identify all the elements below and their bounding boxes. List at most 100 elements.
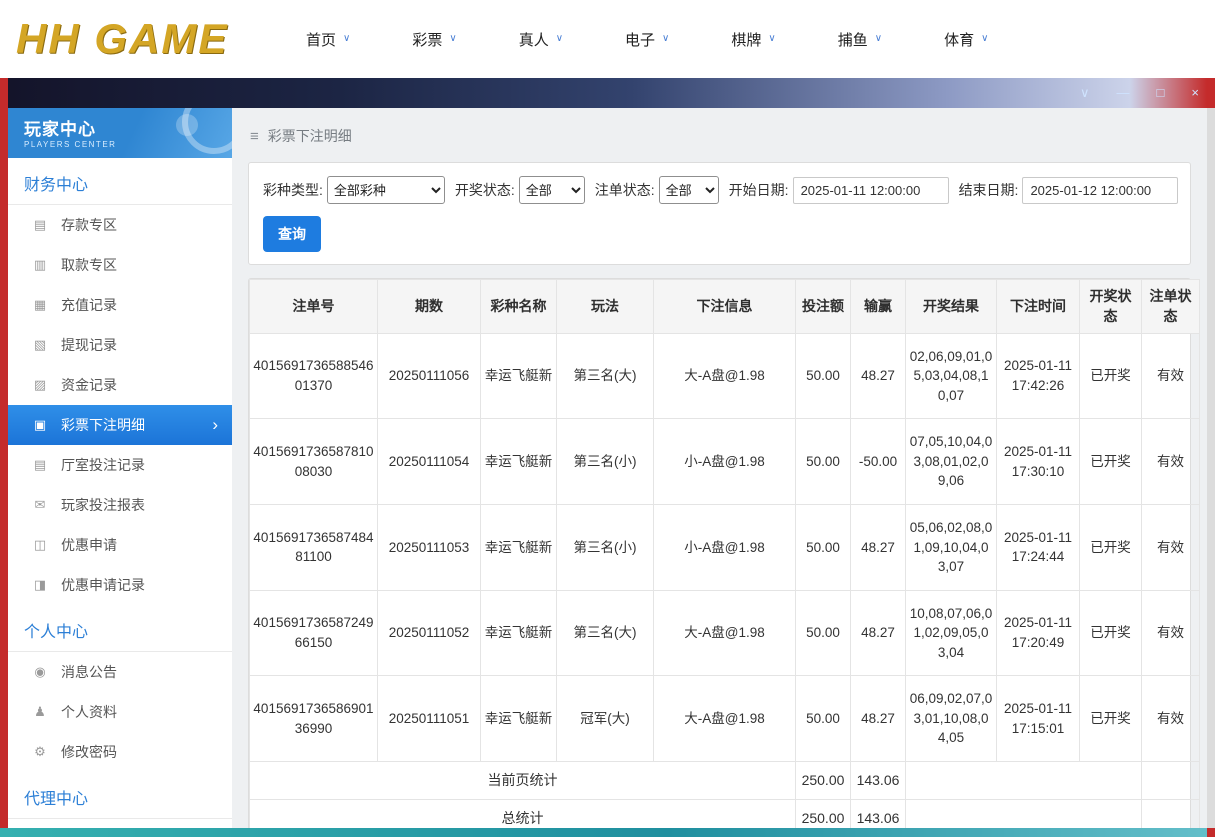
col-header-play: 玩法: [556, 279, 654, 334]
recharge-icon: ▦: [33, 297, 47, 312]
report-icon: ✉: [34, 497, 46, 512]
order-status-label: 注单状态:: [594, 182, 655, 198]
breadcrumb: ≡ 彩票下注明细: [250, 126, 1191, 146]
table-row: 401569173658724966150 20250111052 幸运飞艇新 …: [249, 589, 1200, 677]
sidebar-item-label: 修改密码: [61, 744, 117, 760]
cell-lottery-name: 幸运飞艇新: [480, 675, 557, 763]
cell-draw-result: 07,05,10,04,03,08,01,02,09,06: [905, 418, 997, 505]
sidebar-item-profile[interactable]: ♟ 个人资料: [8, 692, 232, 732]
sidebar-item-lottery-bet-detail[interactable]: ▣ 彩票下注明细 ›: [8, 405, 232, 445]
sidebar-item-deposit[interactable]: ▤ 存款专区: [8, 205, 232, 245]
sidebar-item-label: 提现记录: [61, 337, 117, 353]
sidebar-item-promo-apply[interactable]: ◫ 优惠申请: [8, 525, 232, 565]
deposit-icon: ▤: [33, 217, 47, 232]
sidebar-item-label: 优惠申请: [61, 537, 117, 553]
chevron-down-icon: ∨: [981, 33, 989, 44]
filter-lottery-type: 彩种类型: 全部彩种: [263, 176, 445, 204]
sidebar-item-label: 优惠申请记录: [61, 577, 145, 593]
sidebar: 玩家中心 PLAYERS CENTER 财务中心 ▤ 存款专区 ▥ 取款专区 ▦…: [8, 108, 232, 828]
nav-item-board-games[interactable]: 棋牌 ∨: [731, 29, 775, 50]
nav-item-home[interactable]: 首页 ∨: [306, 29, 350, 50]
cell-period: 20250111052: [377, 589, 481, 677]
cell-play: 冠军(大): [556, 675, 654, 763]
table-row: 401569173658690136990 20250111051 幸运飞艇新 …: [249, 675, 1200, 763]
cell-bet-info: 大-A盘@1.98: [653, 675, 796, 763]
filter-panel: 彩种类型: 全部彩种 开奖状态: 全部 注单状态: 全部 开始日期: 2025-…: [248, 162, 1191, 265]
nav-item-lottery[interactable]: 彩票 ∨: [412, 29, 456, 50]
start-date-input[interactable]: [792, 176, 949, 204]
cell-order-status: 有效: [1141, 418, 1200, 505]
nav-label: 真人: [518, 31, 549, 49]
search-button[interactable]: 查询: [263, 216, 321, 252]
cell-draw-result: 10,08,07,06,01,02,09,05,03,04: [905, 589, 997, 677]
cell-bet-info: 小-A盘@1.98: [653, 503, 796, 591]
filter-start-date: 开始日期:: [729, 176, 949, 204]
brand-logo: HH GAME: [16, 15, 229, 62]
sidebar-item-recharge-records[interactable]: ▦ 充值记录: [8, 285, 232, 325]
profile-icon: ♟: [34, 704, 46, 719]
sidebar-section-finance[interactable]: 财务中心: [8, 158, 232, 205]
cell-bet-time: 2025-01-11 17:24:44: [996, 503, 1080, 591]
table-header-row: 注单号 期数 彩种名称 玩法 下注信息 投注额 输赢 开奖结果 下注时间 开奖状…: [249, 279, 1200, 334]
sidebar-section-agent[interactable]: 代理中心: [8, 772, 232, 819]
sidebar-section-personal[interactable]: 个人中心: [8, 605, 232, 652]
cell-play: 第三名(小): [556, 418, 654, 505]
sidebar-item-announcements[interactable]: ◉ 消息公告: [8, 652, 232, 692]
sidebar-item-label: 厅室投注记录: [61, 457, 145, 473]
sidebar-item-withdraw[interactable]: ▥ 取款专区: [8, 245, 232, 285]
sidebar-item-label: 消息公告: [61, 664, 117, 680]
order-status-select[interactable]: 全部: [658, 176, 719, 204]
nav-item-electronic[interactable]: 电子 ∨: [625, 29, 669, 50]
draw-status-select[interactable]: 全部: [518, 176, 585, 204]
col-header-period: 期数: [377, 279, 481, 334]
nav-item-fishing[interactable]: 捕鱼 ∨: [838, 29, 882, 50]
withdraw-icon: ▥: [33, 257, 47, 272]
announcement-icon: ◉: [34, 664, 46, 679]
cell-draw-result: 06,09,02,07,03,01,10,08,04,05: [905, 675, 997, 763]
bets-table: 注单号 期数 彩种名称 玩法 下注信息 投注额 输赢 开奖结果 下注时间 开奖状…: [249, 279, 1200, 828]
sidebar-item-player-bet-report[interactable]: ✉ 玩家投注报表: [8, 485, 232, 525]
col-header-win-loss: 输赢: [850, 279, 906, 334]
cell-draw-status: 已开奖: [1079, 589, 1142, 677]
minimize-icon[interactable]: —: [1117, 85, 1130, 101]
col-header-bet-info: 下注信息: [653, 279, 796, 334]
summary-bet-total: 250.00: [795, 799, 851, 828]
sidebar-item-label: 彩票下注明细: [61, 417, 145, 433]
cell-bet-time: 2025-01-11 17:15:01: [996, 675, 1080, 763]
promo-records-icon: ◨: [33, 577, 47, 592]
col-header-bet-time: 下注时间: [996, 279, 1080, 334]
cell-draw-status: 已开奖: [1079, 503, 1142, 591]
app-window: HH GAME 首页 ∨ 彩票 ∨ 真人 ∨ 电子 ∨ 棋牌 ∨ 捕鱼 ∨ 体育…: [0, 0, 1215, 837]
col-header-bet-amount: 投注额: [795, 279, 851, 334]
sidebar-item-funds-records[interactable]: ▨ 资金记录: [8, 365, 232, 405]
page-summary-row: 当前页统计 250.00 143.06: [249, 761, 1200, 801]
cell-win-loss: 48.27: [850, 332, 906, 420]
cell-bet-info: 小-A盘@1.98: [653, 418, 796, 505]
maximize-icon[interactable]: □: [1157, 85, 1165, 101]
sidebar-item-hall-bet-records[interactable]: ▤ 厅室投注记录: [8, 445, 232, 485]
close-icon[interactable]: ×: [1191, 85, 1199, 101]
menu-icon[interactable]: ≡: [250, 128, 259, 145]
window-chevron-icon[interactable]: ∨: [1080, 85, 1090, 101]
cell-order-no: 401569173658781008030: [249, 418, 378, 505]
nav-item-live[interactable]: 真人 ∨: [519, 29, 563, 50]
cell-win-loss: 48.27: [850, 675, 906, 763]
cell-bet-time: 2025-01-11 17:30:10: [996, 418, 1080, 505]
sidebar-item-cashout-records[interactable]: ▧ 提现记录: [8, 325, 232, 365]
table-row: 401569173658854601370 20250111056 幸运飞艇新 …: [249, 332, 1200, 420]
summary-bet-total: 250.00: [795, 761, 851, 801]
chevron-down-icon: ∨: [662, 33, 670, 44]
promo-icon: ◫: [33, 537, 47, 552]
cell-draw-status: 已开奖: [1079, 418, 1142, 505]
lottery-type-select[interactable]: 全部彩种: [326, 176, 445, 204]
end-date-input[interactable]: [1022, 176, 1179, 204]
main-content: ≡ 彩票下注明细 彩种类型: 全部彩种 开奖状态: 全部 注单状态: 全部 开始…: [232, 108, 1207, 828]
sidebar-item-promo-apply-records[interactable]: ◨ 优惠申请记录: [8, 565, 232, 605]
filter-order-status: 注单状态: 全部: [595, 176, 719, 204]
draw-status-label: 开奖状态:: [454, 182, 515, 198]
sidebar-item-change-password[interactable]: ⚙ 修改密码: [8, 732, 232, 772]
arrow-right-icon: ›: [212, 415, 218, 434]
sidebar-title: 玩家中心: [24, 120, 96, 139]
nav-item-sports[interactable]: 体育 ∨: [944, 29, 988, 50]
cell-order-status: 有效: [1141, 332, 1200, 420]
